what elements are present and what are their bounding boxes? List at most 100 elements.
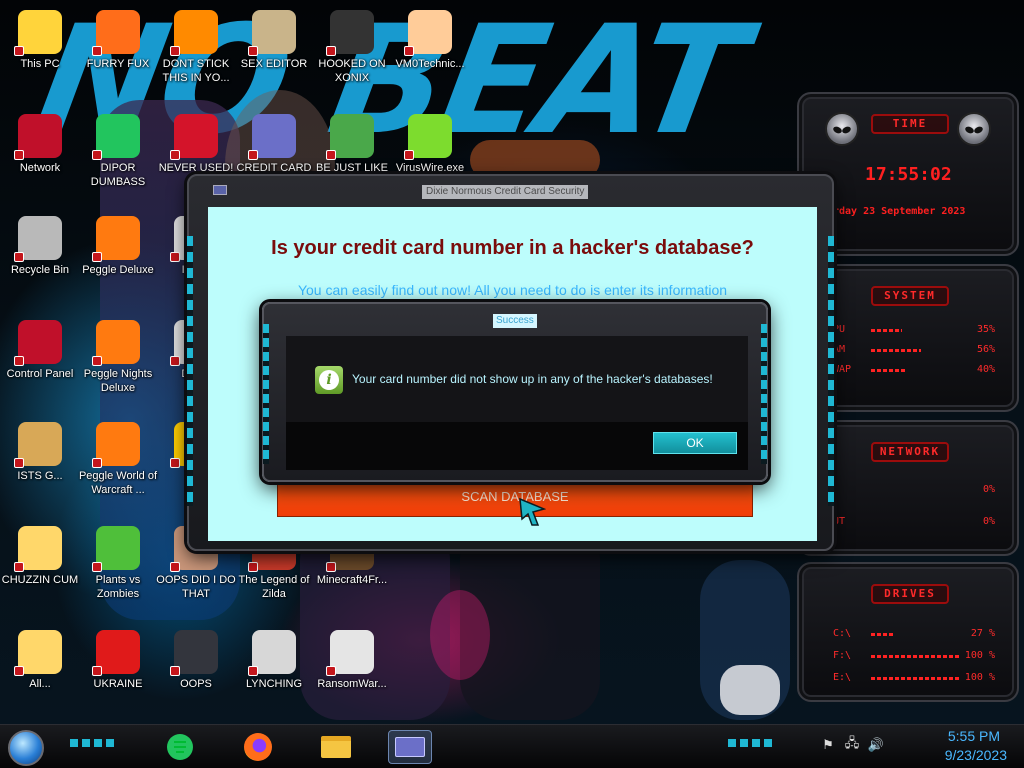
- taskbar-clock-time[interactable]: 5:55 PM: [948, 728, 1000, 744]
- network-row-label: UT: [833, 516, 846, 527]
- desktop-icon-vm0technic[interactable]: VM0Technic...: [390, 6, 470, 98]
- system-row-value: 40%: [976, 364, 995, 375]
- desktop-icon-this-pc[interactable]: This PC: [0, 6, 80, 98]
- system-row-ram: AM 56%: [833, 344, 995, 358]
- drive-bar-c: [871, 633, 895, 636]
- dialog-body: i Your card number did not show up in an…: [286, 336, 748, 422]
- drive-row-label: F:\: [833, 650, 852, 661]
- system-row-swap: WAP 40%: [833, 364, 995, 378]
- recycle-bin-icon: [14, 216, 62, 262]
- desktop-icon-label: BE JUST LIKE: [316, 162, 388, 174]
- volume-icon[interactable]: 🔊: [868, 737, 884, 753]
- desktop-icon-lynching[interactable]: LYNCHING: [234, 626, 314, 718]
- start-orb-icon[interactable]: [8, 730, 44, 766]
- desktop-icon-peggle-nights[interactable]: Peggle Nights Deluxe: [78, 316, 158, 408]
- desktop-icon-control-panel[interactable]: Control Panel: [0, 316, 80, 408]
- desktop-icon-dipor-dumbass[interactable]: DIPOR DUMBASS: [78, 110, 158, 202]
- taskbar-file-explorer[interactable]: [314, 730, 358, 764]
- shortcut-arrow-icon: [14, 666, 24, 676]
- shortcut-arrow-icon: [170, 252, 180, 262]
- cartoon-icon: [14, 526, 62, 572]
- gadget-clock: 17:55:02: [865, 164, 952, 185]
- shortcut-arrow-icon: [248, 562, 258, 572]
- taskbar-credit-card[interactable]: [388, 730, 432, 764]
- drive-row-label: E:\: [833, 672, 852, 683]
- hex-editor-icon: [248, 10, 296, 56]
- desktop-icon-label: Peggle Nights Deluxe: [83, 368, 153, 394]
- chat-app-icon: [167, 734, 193, 760]
- desktop-icon-label: HOOKED ON XONIX: [318, 58, 386, 84]
- desktop-icon-all[interactable]: All...: [0, 626, 80, 718]
- desktop-icon-label: All...: [29, 678, 51, 690]
- desktop-icon-label: The Legend of Zilda: [238, 574, 310, 600]
- shortcut-arrow-icon: [170, 46, 180, 56]
- shortcut-arrow-icon: [14, 46, 24, 56]
- desktop-icon-label: Network: [19, 162, 61, 174]
- scan-database-button[interactable]: SCAN DATABASE: [277, 476, 753, 517]
- dev-cpp-icon: [170, 114, 218, 160]
- dialog-title: Success: [493, 314, 537, 328]
- desktop-icon-label: Peggle World of Warcraft ...: [78, 470, 158, 496]
- desktop-icon-peggle-world[interactable]: Peggle World of Warcraft ...: [78, 418, 158, 510]
- shortcut-arrow-icon: [170, 458, 180, 468]
- desktop-icon-label: NEVER USED!: [158, 162, 234, 174]
- desktop-icon-label: OOPS DID I DO THAT: [156, 574, 236, 600]
- system-row-value: 56%: [976, 344, 995, 355]
- drive-bar-f: [871, 655, 961, 658]
- desktop-icon-ists[interactable]: ISTS G...: [0, 418, 80, 510]
- system-bar-ram: [871, 349, 921, 352]
- desktop-icon-label: UKRAINE: [93, 678, 143, 690]
- desktop-icon-label: FURRY FUX: [86, 58, 150, 70]
- terminal-icon: [170, 630, 218, 676]
- taskbar-decoration: [728, 739, 772, 747]
- system-tray: ⚑ 🖧 🔊: [820, 735, 884, 757]
- desktop-icon-label: This PC: [20, 58, 60, 70]
- flag-icon[interactable]: ⚑: [820, 737, 836, 753]
- main-subtext: You can easily find out now! All you nee…: [297, 282, 728, 298]
- computer-icon: [14, 10, 62, 56]
- system-gadget-title: SYSTEM: [871, 286, 949, 306]
- peggle-icon: [92, 320, 140, 366]
- plant-icon: [92, 526, 140, 572]
- desktop-icon-sex-editor[interactable]: SEX EDITOR: [234, 6, 314, 98]
- network-row-value: 0%: [982, 484, 995, 495]
- drive-row-value: 100 %: [964, 650, 995, 661]
- credit-card-icon: [395, 737, 425, 757]
- taskbar-chat-app[interactable]: [158, 730, 202, 764]
- desktop-icon-label: Peggle Deluxe: [82, 264, 154, 276]
- desktop-icon-dont-stick[interactable]: DONT STICK THIS IN YO...: [156, 6, 236, 98]
- network-row-out: UT 0%: [833, 516, 995, 530]
- desktop-icon-oops[interactable]: OOPS: [156, 626, 236, 718]
- desktop-icon-label: Plants vs Zombies: [95, 574, 141, 600]
- desktop-icon-recycle-bin[interactable]: Recycle Bin: [0, 212, 80, 304]
- desktop-icon-ukraine[interactable]: UKRAINE: [78, 626, 158, 718]
- alien-logo-icon: [957, 112, 991, 146]
- skull-icon: [326, 630, 374, 676]
- desktop-icon-network[interactable]: Network: [0, 110, 80, 202]
- taskbar-firefox[interactable]: [236, 730, 280, 764]
- wallpaper-figure: [430, 590, 490, 680]
- desktop-icon-chuzzin-cum[interactable]: CHUZZIN CUM: [0, 522, 80, 614]
- shortcut-arrow-icon: [92, 666, 102, 676]
- desktop-icon-furry-fux[interactable]: FURRY FUX: [78, 6, 158, 98]
- control-panel-icon: [14, 320, 62, 366]
- taskbar-clock-date[interactable]: 9/23/2023: [945, 747, 1007, 763]
- success-dialog[interactable]: Success i Your card number did not show …: [262, 302, 768, 482]
- desktop-icon-hooked-on-xonix[interactable]: HOOKED ON XONIX: [312, 6, 392, 98]
- desktop-icon-plants-vs-zombies[interactable]: Plants vs Zombies: [78, 522, 158, 614]
- network-row-value: 0%: [982, 516, 995, 527]
- desktop-icon-peggle-deluxe[interactable]: Peggle Deluxe: [78, 212, 158, 304]
- network-globe-icon: [14, 114, 62, 160]
- ok-button[interactable]: OK: [653, 432, 737, 454]
- desktop-icon-ransomware[interactable]: RansomWar...: [312, 626, 392, 718]
- credit-card-icon: [248, 114, 296, 160]
- desktop-icon-label: ISTS G...: [17, 470, 63, 482]
- desktop-icon-label: VirusWire.exe: [395, 162, 465, 174]
- cartoon-icon: [14, 630, 62, 676]
- drives-gadget[interactable]: DRIVES C:\ 27 % F:\ 100 % E:\ 100 %: [797, 562, 1019, 702]
- shortcut-arrow-icon: [92, 46, 102, 56]
- rope-icon: [248, 630, 296, 676]
- window-titlebar[interactable]: Dixie Normous Credit Card Security: [189, 176, 832, 199]
- shortcut-arrow-icon: [92, 252, 102, 262]
- network-icon[interactable]: 🖧: [844, 735, 860, 753]
